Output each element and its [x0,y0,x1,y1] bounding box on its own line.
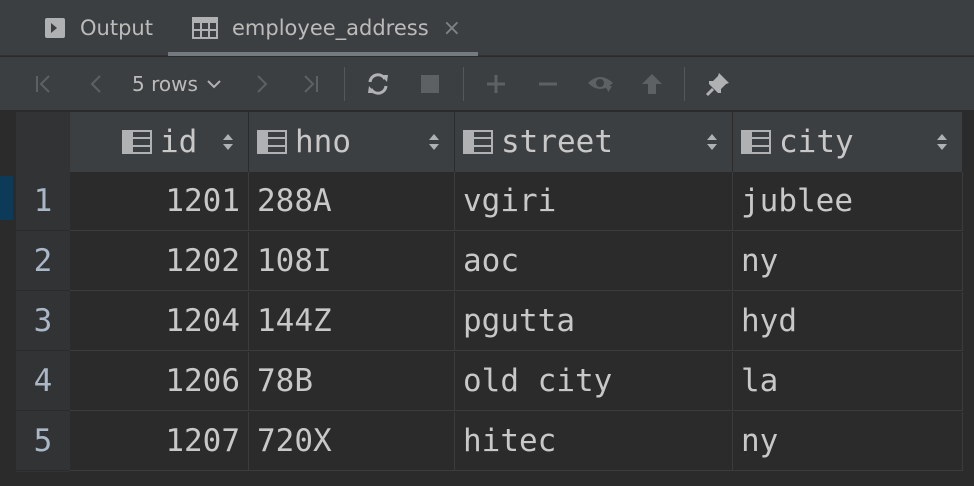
refresh-icon [368,73,388,95]
cell-street[interactable]: vgiri [455,172,733,231]
results-grid: id hno street city 1 1201 288A vgiri jub… [0,112,974,486]
eye-icon [588,77,613,92]
cell-hno[interactable]: 288A [249,172,455,231]
column-icon [463,129,493,155]
column-header-label: hno [295,124,351,160]
toolbar-separator [463,67,464,101]
row-number[interactable]: 1 [16,172,70,231]
cell-street[interactable]: old city [455,352,733,411]
sort-icon[interactable] [222,112,234,172]
previous-page-button[interactable] [82,57,110,111]
cell-city[interactable]: ny [733,412,963,471]
submit-button[interactable] [638,57,666,111]
preview-changes-button[interactable] [584,57,618,111]
row-number[interactable]: 5 [16,412,70,471]
row-number[interactable]: 3 [16,292,70,351]
cell-id[interactable]: 1201 [70,172,249,231]
toolbar-separator [684,67,685,101]
row-selection-marker [0,176,13,220]
cell-id[interactable]: 1202 [70,232,249,291]
cell-hno[interactable]: 720X [249,412,455,471]
plus-icon [487,75,505,93]
sort-icon[interactable] [936,112,948,172]
cell-id[interactable]: 1204 [70,292,249,351]
pin-icon [705,73,729,97]
table-icon [192,17,218,39]
chevron-down-icon [206,78,222,90]
rows-count-label: 5 rows [132,72,198,96]
tab-employee-address[interactable]: employee_address × [168,0,478,56]
table-row[interactable]: 2 1202 108I aoc ny [16,232,963,292]
cell-city[interactable]: la [733,352,963,411]
close-icon[interactable]: × [443,16,461,41]
column-icon [741,129,771,155]
first-page-button[interactable] [30,57,58,111]
results-toolbar: 5 rows [0,57,974,111]
add-row-button[interactable] [482,57,510,111]
next-page-button[interactable] [248,57,276,111]
last-page-icon [304,75,318,93]
column-header-city[interactable]: city [733,112,963,172]
first-page-icon [36,75,50,93]
tab-output[interactable]: Output [44,0,153,56]
cell-hno[interactable]: 144Z [249,292,455,351]
cell-city[interactable]: ny [733,232,963,291]
toolbar-separator [344,67,345,101]
cell-city[interactable]: jublee [733,172,963,231]
table-row[interactable]: 3 1204 144Z pgutta hyd [16,292,963,352]
column-header-hno[interactable]: hno [249,112,455,172]
column-header-label: city [779,124,854,160]
cell-street[interactable]: aoc [455,232,733,291]
cell-id[interactable]: 1207 [70,412,249,471]
delete-row-button[interactable] [534,57,562,111]
column-header-row: id hno street city [70,112,963,172]
cell-hno[interactable]: 78B [249,352,455,411]
cell-street[interactable]: pgutta [455,292,733,351]
row-number[interactable]: 4 [16,352,70,411]
sort-icon[interactable] [428,112,440,172]
table-row[interactable]: 4 1206 78B old city la [16,352,963,412]
column-icon [122,129,152,155]
sort-icon[interactable] [706,112,718,172]
stop-icon [421,75,439,93]
column-header-id[interactable]: id [70,112,249,172]
stop-button[interactable] [416,57,444,111]
console-icon [44,17,66,39]
tab-output-label: Output [80,16,153,40]
tab-employee-address-label: employee_address [232,16,429,40]
column-header-label: id [160,124,198,160]
tab-bar: Output employee_address × [0,0,974,56]
minus-icon [539,82,557,86]
column-header-street[interactable]: street [455,112,733,172]
cell-id[interactable]: 1206 [70,352,249,411]
arrow-up-icon [642,74,662,94]
table-row[interactable]: 5 1207 720X hitec ny [16,412,963,472]
gutter [0,112,16,486]
column-header-label: street [501,124,613,160]
rows-selector[interactable]: 5 rows [132,57,222,111]
active-tab-indicator [168,52,478,56]
chevron-left-icon [90,75,101,93]
pin-button[interactable] [702,57,734,111]
chevron-right-icon [257,75,268,93]
cell-city[interactable]: hyd [733,292,963,351]
column-icon [257,129,287,155]
table-row[interactable]: 1 1201 288A vgiri jublee [16,172,963,232]
cell-hno[interactable]: 108I [249,232,455,291]
cell-street[interactable]: hitec [455,412,733,471]
reload-button[interactable] [362,57,394,111]
last-page-button[interactable] [296,57,324,111]
row-number[interactable]: 2 [16,232,70,291]
